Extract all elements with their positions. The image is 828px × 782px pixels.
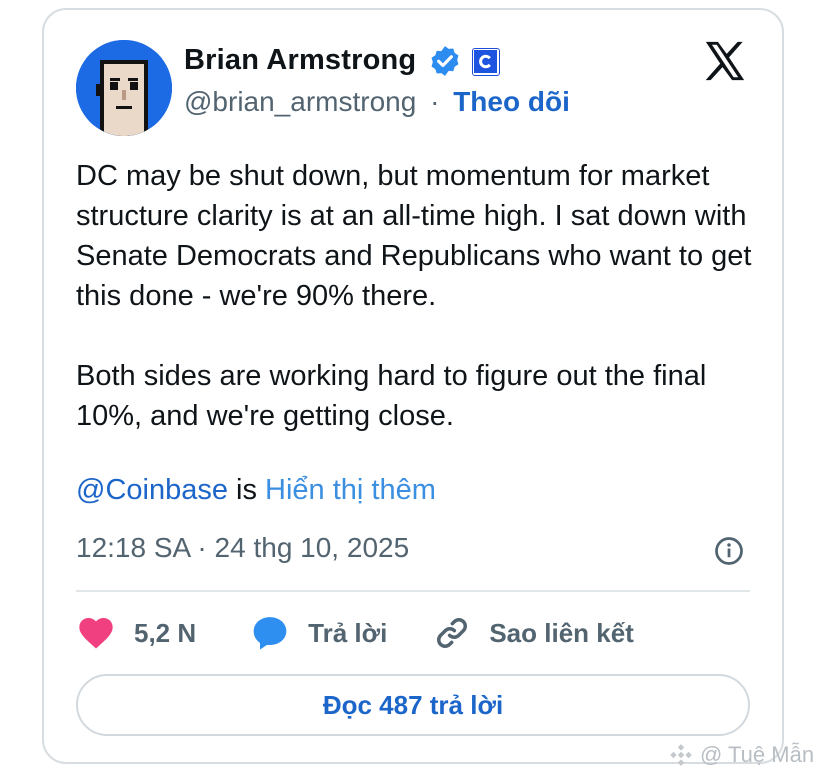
copy-link-button[interactable]: Sao liên kết: [433, 614, 634, 652]
reply-label: Trả lời: [308, 617, 388, 648]
handle-row: @brian_armstrong · Theo dõi: [184, 86, 570, 118]
pixel-punk-avatar-icon: [76, 40, 172, 136]
tweet-paragraph: Both sides are working hard to figure ou…: [76, 360, 707, 432]
avatar[interactable]: [76, 40, 172, 136]
watermark: @ Tuệ Mẫn: [668, 742, 814, 768]
divider: [76, 590, 750, 592]
mention-link[interactable]: @Coinbase: [76, 474, 228, 506]
reply-bubble-icon: [253, 617, 287, 650]
watermark-text: @ Tuệ Mẫn: [700, 742, 815, 767]
timestamp[interactable]: 12:18 SA · 24 thg 10, 2025: [76, 532, 409, 564]
action-bar: 5,2 N Trả lời Sao liên kết: [76, 608, 634, 658]
coinbase-affiliate-badge-icon[interactable]: [472, 48, 500, 76]
mention-row: @Coinbase is Hiển thị thêm: [76, 474, 436, 507]
follow-button[interactable]: Theo dõi: [453, 86, 570, 117]
copy-link-label: Sao liên kết: [489, 617, 634, 648]
coinbase-logo-icon: [474, 50, 497, 73]
mention-suffix: is: [227, 474, 266, 506]
link-icon: [437, 618, 468, 648]
diamond-logo-icon: [670, 744, 692, 766]
tweet-text: DC may be shut down, but momentum for ma…: [76, 156, 766, 436]
read-replies-button[interactable]: Đọc 487 trả lời: [76, 674, 750, 736]
x-logo-icon[interactable]: [702, 38, 748, 84]
info-icon[interactable]: [714, 536, 744, 566]
verified-badge-icon: [431, 46, 459, 76]
tweet-paragraph: DC may be shut down, but momentum for ma…: [76, 160, 752, 312]
like-button[interactable]: 5,2 N: [76, 613, 196, 653]
heart-icon: [79, 618, 113, 649]
author-handle[interactable]: @brian_armstrong: [184, 86, 416, 117]
separator-dot: ·: [430, 86, 440, 117]
reply-button[interactable]: Trả lời: [250, 613, 387, 653]
tweet-card: Brian Armstrong @brian_armstrong · Theo …: [42, 8, 784, 764]
show-more-link[interactable]: Hiển thị thêm: [265, 474, 436, 506]
like-count: 5,2 N: [134, 617, 197, 648]
author-name[interactable]: Brian Armstrong: [184, 44, 416, 77]
